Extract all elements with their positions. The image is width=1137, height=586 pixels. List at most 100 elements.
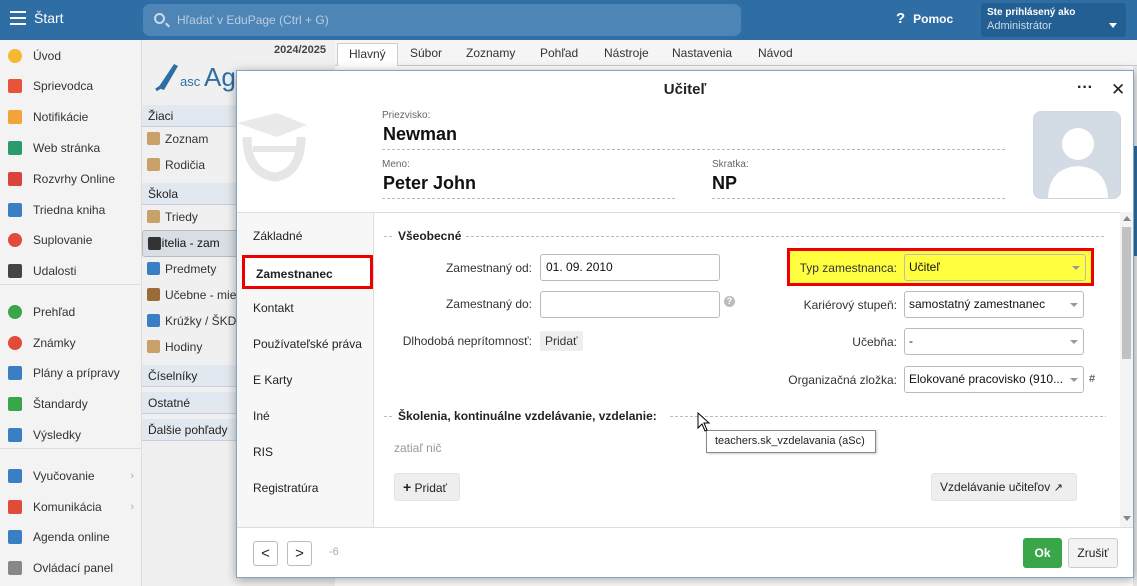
org-unit-select[interactable]: Elokované pracovisko (910... <box>904 366 1084 393</box>
agenda-item-icon <box>147 132 160 145</box>
help-button[interactable]: ? Pomoc <box>896 10 953 27</box>
sidebar-item-3[interactable]: Web stránka <box>0 134 142 162</box>
sidebar-item-14[interactable]: Komunikácia › <box>0 493 142 521</box>
content-scrollbar[interactable] <box>1120 212 1133 527</box>
house-icon <box>8 141 22 155</box>
user-name: Administrátor <box>987 20 1052 32</box>
surname-field[interactable]: Newman <box>383 124 457 145</box>
sidebar-item-10[interactable]: Plány a prípravy <box>0 359 142 387</box>
employed-to-input[interactable] <box>540 291 720 318</box>
more-options-icon[interactable]: ··· <box>1077 79 1093 97</box>
sidebar-item-1[interactable]: Sprievodca <box>0 72 142 100</box>
external-link-icon: ↗ <box>1053 482 1063 494</box>
next-button[interactable]: > <box>287 541 312 566</box>
user-line-1: Ste prihlásený ako <box>987 7 1076 18</box>
avatar-placeholder-icon <box>1048 128 1108 198</box>
tab-1[interactable]: Súbor <box>399 43 453 66</box>
dialog-nav-item-5[interactable]: Iné <box>253 409 270 423</box>
tab-4[interactable]: Nástroje <box>593 43 660 66</box>
name-field[interactable]: Peter John <box>383 173 476 194</box>
sidebar-item-4[interactable]: Rozvrhy Online <box>0 165 142 193</box>
sidebar-item-12[interactable]: Výsledky <box>0 421 142 449</box>
abbreviation-field[interactable]: NP <box>712 173 737 194</box>
classroom-select[interactable]: - <box>904 328 1084 355</box>
tab-6[interactable]: Návod <box>747 43 804 66</box>
tab-2[interactable]: Zoznamy <box>455 43 526 66</box>
surname-label: Priezvisko: <box>382 110 431 121</box>
agenda-item-icon <box>148 237 161 250</box>
dialog-nav-item-0[interactable]: Základné <box>253 229 302 243</box>
employee-content: Všeobecné Zamestnaný od: 01. 09. 2010 Za… <box>374 212 1120 527</box>
chevron-down-icon <box>1070 303 1078 307</box>
tab-0[interactable]: Hlavný <box>337 43 398 66</box>
layers-icon <box>8 469 22 483</box>
previous-button[interactable]: < <box>253 541 278 566</box>
career-level-select[interactable]: samostatný zamestnanec <box>904 291 1084 318</box>
employed-from-input[interactable]: 01. 09. 2010 <box>540 254 720 281</box>
sidebar-item-label: Suplovanie <box>33 233 93 247</box>
sidebar-item-7[interactable]: Udalosti <box>0 257 142 285</box>
check-circle-icon <box>8 305 22 319</box>
dialog-nav-item-1[interactable]: Zamestnanec <box>242 255 373 289</box>
search-input[interactable]: Hľadať v EduPage (Ctrl + G) <box>143 4 741 36</box>
teacher-education-button[interactable]: Vzdelávanie učiteľov ↗ <box>931 473 1077 501</box>
tab-5[interactable]: Nastavenia <box>661 43 743 66</box>
general-section-title: Všeobecné <box>398 229 462 243</box>
agenda-item-icon <box>147 158 160 171</box>
chevron-right-icon: › <box>130 470 134 482</box>
sidebar-item-8[interactable]: Prehľad <box>0 298 142 326</box>
start-link[interactable]: Štart <box>34 10 64 26</box>
abbreviation-label: Skratka: <box>712 159 749 170</box>
calendar-icon <box>8 264 22 278</box>
sidebar-item-6[interactable]: Suplovanie <box>0 226 142 254</box>
close-icon[interactable]: ✕ <box>1111 80 1125 100</box>
dialog-nav-item-3[interactable]: Používateľské práva <box>253 337 362 351</box>
sidebar-item-15[interactable]: Agenda online <box>0 523 142 551</box>
sidebar-item-13[interactable]: Vyučovanie › <box>0 462 142 490</box>
org-unit-value: Elokované pracovisko (910... <box>909 372 1064 386</box>
tab-3[interactable]: Pohľad <box>529 43 589 66</box>
sidebar-item-label: Prehľad <box>33 305 76 319</box>
envelope-icon <box>8 110 22 124</box>
ok-button[interactable]: Ok <box>1023 538 1062 568</box>
sidebar-item-label: Rozvrhy Online <box>33 172 116 186</box>
dialog-nav-item-4[interactable]: E Karty <box>253 373 292 387</box>
agenda-item-label: Hodiny <box>165 340 203 354</box>
cancel-button[interactable]: Zrušiť <box>1068 538 1118 568</box>
dialog-nav-item-2[interactable]: Kontakt <box>253 301 294 315</box>
sidebar-item-11[interactable]: Štandardy <box>0 390 142 418</box>
employee-type-select[interactable]: Učiteľ <box>904 254 1086 281</box>
user-menu[interactable]: Ste prihlásený ako Administrátor <box>981 3 1126 37</box>
chevron-down-icon <box>1070 378 1078 382</box>
agenda-item-icon <box>147 288 160 301</box>
medal-icon <box>8 336 22 350</box>
sidebar-item-2[interactable]: Notifikácie <box>0 103 142 131</box>
sidebar-item-label: Triedna kniha <box>33 203 106 217</box>
help-circle-icon[interactable]: ? <box>724 296 735 307</box>
pen-icon <box>8 530 22 544</box>
person-icon <box>8 233 22 247</box>
classroom-label: Učebňa: <box>852 335 897 349</box>
sidebar-item-0[interactable]: Úvod <box>0 42 142 70</box>
sidebar-item-label: Udalosti <box>33 264 77 278</box>
book-icon <box>8 203 22 217</box>
dialog-nav-item-7[interactable]: Registratúra <box>253 481 318 495</box>
record-counter: -6 <box>329 546 339 558</box>
main-sidebar: Úvod Sprievodca Notifikácie Web stránka Rozv… <box>0 40 142 586</box>
dialog-nav-item-6[interactable]: RIS <box>253 445 273 459</box>
search-placeholder: Hľadať v EduPage (Ctrl + G) <box>177 13 329 27</box>
svg-text:asc: asc <box>180 74 201 89</box>
sidebar-item-5[interactable]: Triedna kniha <box>0 196 142 224</box>
plus-icon: + <box>403 479 412 495</box>
gear-icon <box>8 561 22 575</box>
agenda-item-label: Rodičia <box>165 158 206 172</box>
profile-photo[interactable] <box>1033 111 1121 199</box>
hamburger-menu-icon[interactable] <box>10 11 26 25</box>
sidebar-item-9[interactable]: Známky <box>0 329 142 357</box>
employee-type-value: Učiteľ <box>909 260 940 274</box>
org-hash-link[interactable]: # <box>1089 373 1095 385</box>
sidebar-item-16[interactable]: Ovládací panel <box>0 554 142 582</box>
add-training-button[interactable]: + Pridať <box>394 473 460 501</box>
agenda-item-icon <box>147 340 160 353</box>
add-absence-button[interactable]: Pridať <box>540 331 583 351</box>
